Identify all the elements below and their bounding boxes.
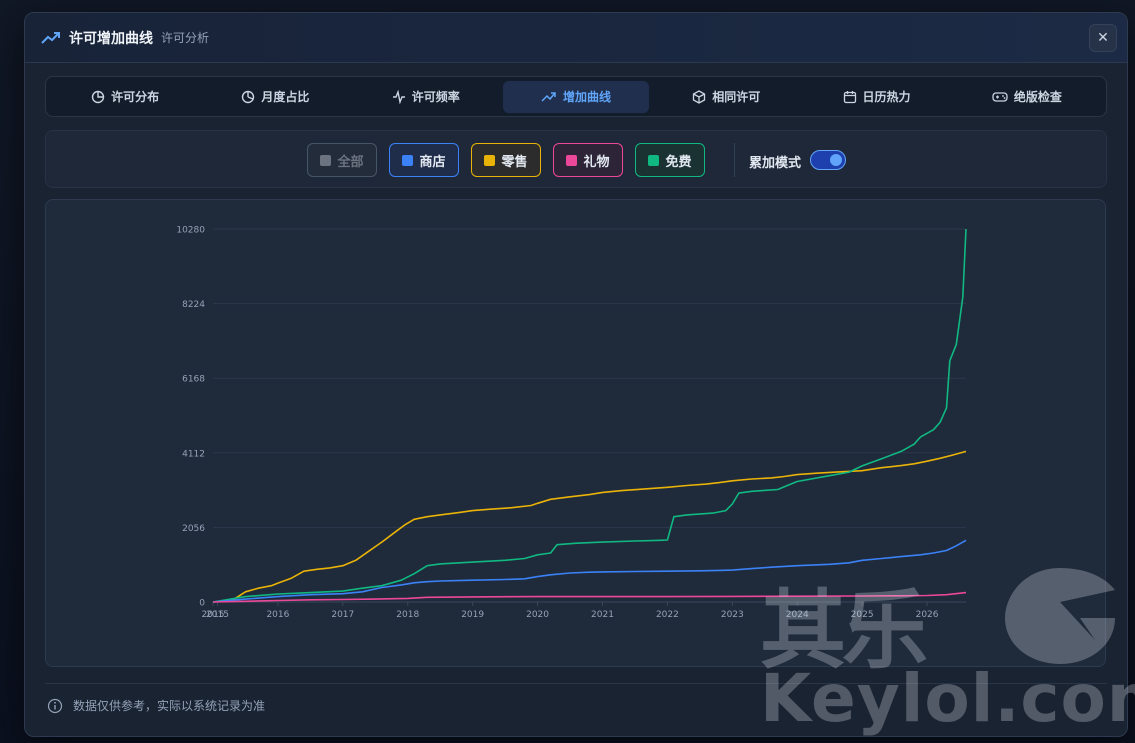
y-tick-label: 8224: [182, 300, 205, 310]
box-icon: [693, 89, 706, 104]
filter-free-button[interactable]: 免费: [635, 143, 705, 177]
tab-discontinued-check[interactable]: 绝版检查: [954, 81, 1100, 113]
series-line: [212, 539, 967, 603]
toggle-knob: [830, 154, 842, 166]
filter-label: 商店: [419, 154, 446, 170]
y-tick-label: 4112: [182, 449, 205, 459]
x-tick-label: 2016: [266, 610, 289, 620]
y-tick-label: 0: [199, 599, 205, 609]
modal-footer: 数据仅供参考，实际以系统记录为准: [45, 683, 1107, 727]
chart-container: 0 2056 4112 6168 8224 10280 2015 2015 2016 2017 2…: [45, 199, 1106, 667]
license-analysis-modal: 许可增加曲线 许可分析 ✕ 许可分布 月度占比 许可频率 增加曲线 相同许可 日: [24, 12, 1128, 737]
trend-up-icon: [41, 28, 61, 48]
footer-note: 数据仅供参考，实际以系统记录为准: [73, 699, 266, 713]
activity-icon: [392, 89, 405, 104]
modal-title: 许可增加曲线: [69, 30, 153, 47]
x-tick-label: 2017: [331, 610, 354, 620]
y-tick-label: 2056: [182, 524, 205, 534]
series-line: [212, 450, 967, 603]
x-tick-label: 2015: [206, 610, 229, 620]
close-icon: ✕: [1097, 30, 1109, 46]
y-axis-ticks: 0 2056 4112 6168 8224 10280: [176, 226, 205, 609]
x-axis-ticks: 20152015 2016 2017 2018 2019 2020 2021 2022 2023…: [202, 602, 939, 620]
calendar-icon: [843, 90, 856, 103]
growth-line-chart: 0205641126168822410280 20152015 2016 2017 2…: [176, 226, 967, 620]
tab-calendar-heat[interactable]: 日历热力: [803, 81, 949, 113]
trend-up-icon: [541, 91, 556, 102]
x-tick-label: 2022: [656, 610, 679, 620]
filter-retail-button[interactable]: 零售: [471, 143, 541, 177]
tab-label: 许可频率: [411, 90, 460, 104]
x-tick-label: 2021: [591, 610, 614, 620]
tab-license-distribution[interactable]: 许可分布: [52, 81, 198, 113]
tab-monthly-share[interactable]: 月度占比: [202, 81, 348, 113]
x-tick-label: 2023: [721, 610, 744, 620]
tab-label: 相同许可: [712, 90, 761, 104]
cumulative-mode-toggle[interactable]: [810, 150, 846, 170]
filter-label: 免费: [665, 154, 692, 170]
pie-slice-icon: [242, 90, 255, 103]
modal-header: 许可增加曲线 许可分析 ✕: [25, 13, 1127, 63]
pie-icon: [91, 90, 105, 103]
y-tick-label: 10280: [176, 226, 205, 236]
filter-label: 全部: [337, 154, 364, 170]
x-tick-label: 2019: [461, 610, 484, 620]
swatch-icon: [648, 154, 660, 166]
swatch-icon: [402, 154, 414, 166]
filter-bar: 全部 商店 零售 礼物 免费 累加模式: [45, 130, 1107, 188]
x-tick-label: 2026: [916, 610, 939, 620]
cumulative-mode-label: 累加模式: [749, 156, 802, 171]
y-tick-label: 6168: [182, 375, 205, 385]
chart-gridlines: [213, 228, 966, 603]
filter-label: 礼物: [583, 154, 610, 170]
tab-license-frequency[interactable]: 许可频率: [353, 81, 499, 113]
info-icon: [47, 698, 63, 713]
tab-label: 许可分布: [111, 90, 160, 104]
tab-label: 日历热力: [862, 90, 911, 104]
tab-growth-curve[interactable]: 增加曲线: [502, 80, 650, 113]
filter-store-button[interactable]: 商店: [389, 143, 459, 177]
x-tick-label: 2024: [786, 610, 809, 620]
swatch-icon: [484, 154, 496, 166]
gamepad-icon: [992, 91, 1008, 102]
filter-divider: [734, 143, 735, 177]
filter-all-button[interactable]: 全部: [307, 143, 377, 177]
tab-bar: 许可分布 月度占比 许可频率 增加曲线 相同许可 日历热力 绝版检查: [45, 76, 1107, 117]
swatch-icon: [566, 154, 578, 166]
close-button[interactable]: ✕: [1089, 24, 1117, 52]
chart-series: [212, 228, 967, 603]
series-line: [212, 228, 967, 603]
filter-gift-button[interactable]: 礼物: [553, 143, 623, 177]
tab-label: 增加曲线: [562, 90, 611, 104]
x-tick-label: 2018: [396, 610, 419, 620]
filter-label: 零售: [501, 154, 528, 170]
modal-subtitle: 许可分析: [161, 31, 210, 45]
tab-same-license[interactable]: 相同许可: [653, 81, 799, 113]
x-tick-label: 2020: [526, 610, 549, 620]
tab-label: 绝版检查: [1013, 90, 1062, 104]
swatch-icon: [320, 154, 332, 166]
x-tick-label: 2025: [851, 610, 874, 620]
tab-label: 月度占比: [261, 90, 310, 104]
